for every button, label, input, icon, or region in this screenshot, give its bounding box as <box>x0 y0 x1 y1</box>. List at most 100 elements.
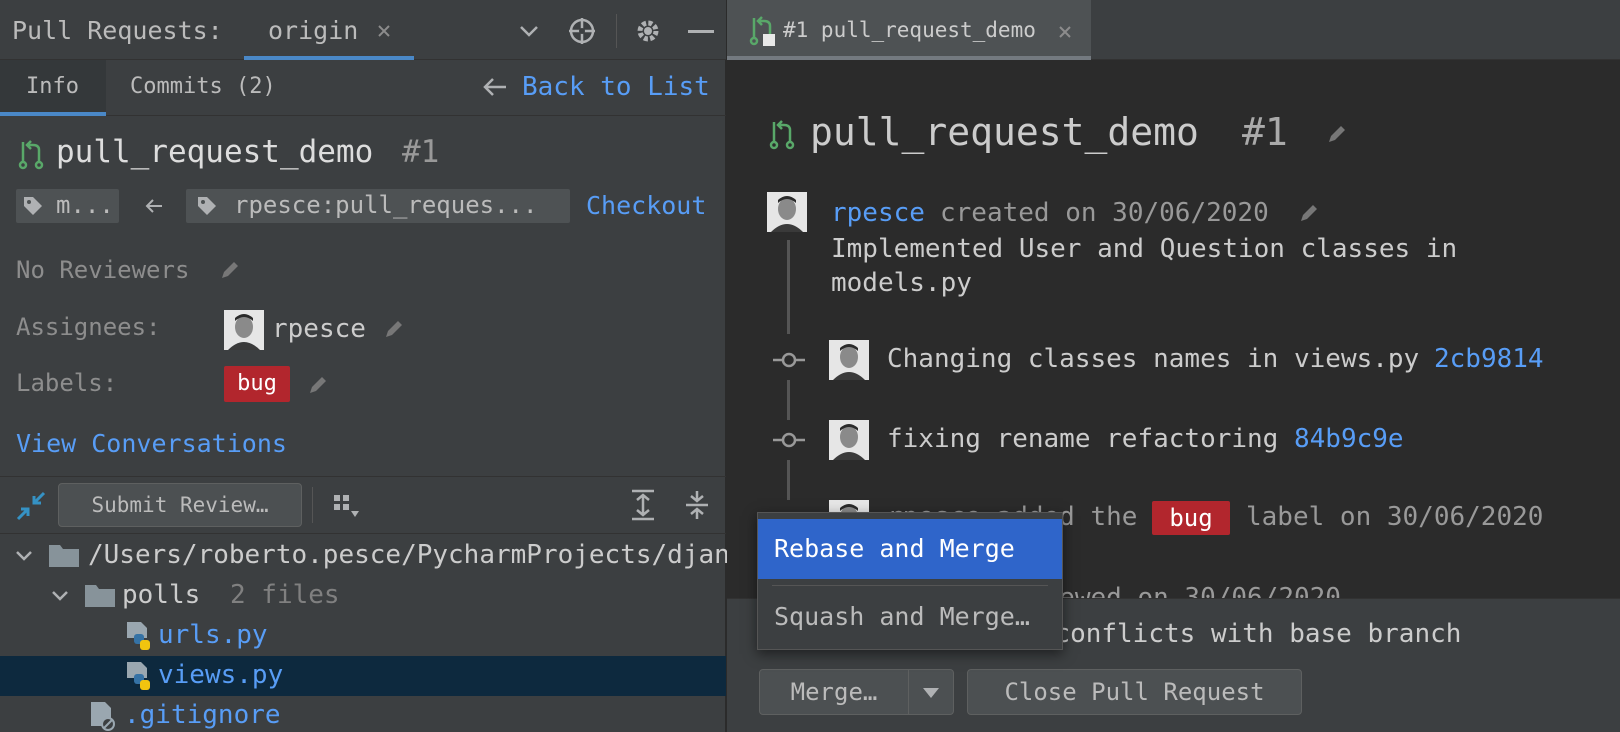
base-branch-label: m... <box>56 191 114 219</box>
arrow-left-icon <box>483 78 506 96</box>
description-line: Implemented User and Question classes in <box>831 234 1458 264</box>
pr-detail-tabs: Info Commits (2) Back to List <box>0 60 726 116</box>
checkout-link[interactable]: Checkout <box>586 191 706 220</box>
avatar <box>767 192 807 232</box>
triangle-down-icon <box>923 688 939 698</box>
merge-options-popup: Rebase and Merge Squash and Merge… <box>757 512 1063 650</box>
python-file-icon <box>127 662 150 690</box>
commit-hash-link[interactable]: 2cb9814 <box>1434 344 1544 374</box>
edit-description-icon[interactable] <box>1297 201 1321 225</box>
assignees-label: Assignees: <box>16 313 161 341</box>
target-icon[interactable] <box>568 17 596 45</box>
tag-icon <box>198 197 216 215</box>
tree-folder-row[interactable]: polls 2 files <box>0 576 726 616</box>
folder-icon <box>49 545 79 567</box>
editor-pr-title: pull_request_demo <box>810 110 1199 154</box>
editor-tab[interactable]: #1 pull_request_demo <box>727 0 1091 60</box>
pr-number: #1 <box>402 134 440 170</box>
commit-message: fixing rename refactoring <box>887 424 1279 454</box>
head-branch-chip: rpesce:pull_reques... <box>186 189 570 223</box>
commit-hash-link[interactable]: 84b9c9e <box>1294 424 1404 454</box>
view-conversations-link[interactable]: View Conversations <box>16 429 287 458</box>
tab-info-label: Info <box>26 74 79 99</box>
avatar <box>224 310 264 350</box>
edit-title-icon[interactable] <box>1325 122 1349 146</box>
created-text: created on 30/06/2020 <box>940 198 1269 228</box>
collapse-all-icon[interactable] <box>682 489 712 521</box>
avatar <box>829 340 869 380</box>
squash-and-merge-item[interactable]: Squash and Merge… <box>758 587 1062 647</box>
chevron-down-icon[interactable] <box>518 20 540 42</box>
app-root: Pull Requests: origin Info Commits (2) B… <box>0 0 1620 732</box>
pull-requests-panel: Pull Requests: origin Info Commits (2) B… <box>0 0 730 732</box>
tree-file-row-selected[interactable]: views.py <box>0 656 726 696</box>
tree-root-label: /Users/roberto.pesce/PycharmProjects/dja… <box>88 540 730 570</box>
avatar <box>829 420 869 460</box>
label-badge-bug: bug <box>1152 501 1230 535</box>
close-icon[interactable] <box>376 23 392 39</box>
review-toolbar: Submit Review… <box>0 476 726 534</box>
tab-commits[interactable]: Commits (2) <box>112 60 282 116</box>
reviewers-label: No Reviewers <box>16 256 190 284</box>
label-event-suffix: label on 30/06/2020 <box>1246 502 1544 532</box>
expand-all-icon[interactable] <box>628 489 658 521</box>
commit-icon <box>773 352 805 368</box>
panel-header: Pull Requests: origin <box>0 0 726 60</box>
commit-message: Changing classes names in views.py <box>887 344 1420 374</box>
tree-file-label: views.py <box>158 660 284 690</box>
commit-icon <box>773 432 805 448</box>
timeline-line <box>787 380 790 420</box>
timeline-line <box>787 240 790 334</box>
merge-button[interactable]: Merge… <box>759 669 909 715</box>
tag-icon <box>24 197 42 215</box>
divider <box>616 14 617 48</box>
assignee-name: rpesce <box>272 314 366 344</box>
divider <box>772 585 1048 586</box>
folder-icon <box>85 585 115 607</box>
tab-info[interactable]: Info <box>0 60 106 116</box>
collapse-arrows-icon[interactable] <box>16 491 46 521</box>
pull-request-icon <box>749 16 775 46</box>
group-by-icon[interactable] <box>332 491 362 521</box>
merge-dropdown-button[interactable] <box>908 669 954 715</box>
edit-labels-icon[interactable] <box>306 373 330 397</box>
tab-commits-label: Commits (2) <box>130 74 276 99</box>
tree-folder-label: polls <box>122 580 201 610</box>
editor-pr-number: #1 <box>1242 110 1288 154</box>
pr-title: pull_request_demo <box>56 134 374 170</box>
timeline-line <box>787 460 790 500</box>
tree-folder-count: 2 files <box>230 580 340 610</box>
pull-request-icon <box>769 120 795 150</box>
tab-origin-label: origin <box>268 16 359 45</box>
edit-reviewers-icon[interactable] <box>218 258 242 282</box>
tree-file-label: urls.py <box>158 620 268 650</box>
author-link[interactable]: rpesce <box>831 198 925 228</box>
close-icon[interactable] <box>1057 24 1073 40</box>
tree-file-label: .gitignore <box>124 700 281 730</box>
submit-review-button[interactable]: Submit Review… <box>58 483 302 527</box>
head-branch-label: rpesce:pull_reques... <box>234 191 538 219</box>
gear-icon[interactable] <box>634 17 662 45</box>
editor-tabs: #1 pull_request_demo <box>727 0 1620 60</box>
divider <box>312 487 313 523</box>
description-line: models.py <box>831 268 972 298</box>
minimize-icon[interactable] <box>688 30 714 34</box>
tree-file-row[interactable]: .gitignore <box>0 696 726 732</box>
panel-title: Pull Requests: <box>12 16 223 45</box>
tab-origin[interactable]: origin <box>244 0 414 60</box>
arrow-left-icon <box>145 199 162 213</box>
label-badge-bug: bug <box>224 366 290 402</box>
editor-tab-label: #1 pull_request_demo <box>783 18 1036 42</box>
base-branch-chip: m... <box>16 189 119 223</box>
chevron-down-icon[interactable] <box>50 588 70 604</box>
chevron-down-icon[interactable] <box>14 548 34 564</box>
edit-assignees-icon[interactable] <box>382 317 406 341</box>
pull-request-icon <box>18 140 44 170</box>
ignore-file-icon <box>91 702 115 731</box>
python-file-icon <box>127 622 150 650</box>
rebase-and-merge-item[interactable]: Rebase and Merge <box>758 519 1062 579</box>
tree-root-row[interactable]: /Users/roberto.pesce/PycharmProjects/dja… <box>0 536 730 576</box>
tree-file-row[interactable]: urls.py <box>0 616 726 656</box>
back-to-list-label: Back to List <box>522 72 710 102</box>
close-pull-request-button[interactable]: Close Pull Request <box>967 669 1302 715</box>
